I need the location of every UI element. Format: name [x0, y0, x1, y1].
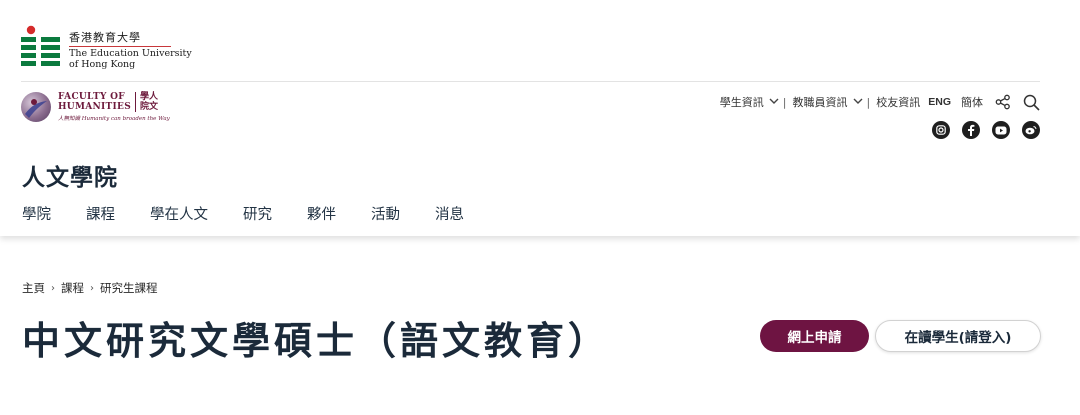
main-nav-item[interactable]: 課程 [86, 203, 115, 224]
youtube-icon[interactable] [992, 121, 1010, 139]
utility-nav: 學生資訊 | 教職員資訊 | 校友資訊 ENG 簡体 [720, 92, 1040, 112]
main-nav: 學院 課程 學在人文 研究 夥伴 活動 消息 [22, 203, 499, 224]
faculty-name-zh-2: 院文 [140, 102, 159, 112]
instagram-icon[interactable] [932, 121, 950, 139]
social-links [920, 121, 1040, 139]
faculty-tagline: 人無知識 Humanity can broaden the Way [58, 116, 170, 122]
faculty-logo[interactable]: FACULTY OF HUMANITIES 學人 院文 人無知識 Humanit… [21, 92, 170, 122]
nav-separator: | [866, 95, 871, 109]
main-nav-item[interactable]: 研究 [243, 203, 272, 224]
student-login-button[interactable]: 在讀學生(請登入) [875, 320, 1041, 352]
main-nav-item[interactable]: 學院 [22, 203, 51, 224]
chevron-right-icon: › [90, 282, 94, 294]
site-title[interactable]: 人文學院 [22, 158, 118, 192]
eduhk-name-en-2: of Hong Kong [69, 59, 136, 70]
main-nav-item[interactable]: 消息 [435, 203, 464, 224]
apply-online-button[interactable]: 網上申請 [760, 320, 869, 352]
students-info-dropdown[interactable]: 學生資訊 [720, 94, 783, 110]
facebook-icon[interactable] [962, 121, 980, 139]
header-divider [21, 81, 1040, 82]
chevron-down-icon [853, 97, 863, 108]
share-icon[interactable] [995, 94, 1011, 110]
lang-eng-link[interactable]: ENG [928, 96, 951, 108]
breadcrumb-postgraduate[interactable]: 研究生課程 [100, 280, 158, 296]
eduhk-logo[interactable]: 香港教育大學 The Education University of Hong … [21, 24, 192, 70]
weibo-icon[interactable] [1022, 121, 1040, 139]
site-header: 香港教育大學 The Education University of Hong … [0, 0, 1080, 236]
faculty-emblem-icon [21, 92, 51, 122]
eduhk-name-zh: 香港教育大學 [69, 31, 141, 44]
main-nav-item[interactable]: 活動 [371, 203, 400, 224]
faculty-name-en-2: HUMANITIES [58, 102, 132, 112]
breadcrumb-home[interactable]: 主頁 [22, 280, 45, 296]
page-title: 中文研究文學碩士（語文教育） [22, 319, 611, 363]
faculty-name-en-1: FACULTY OF [58, 92, 125, 102]
breadcrumb: 主頁 › 課程 › 研究生課程 [22, 280, 158, 296]
main-nav-item[interactable]: 夥伴 [307, 203, 336, 224]
search-icon[interactable] [1023, 94, 1040, 111]
main-nav-item[interactable]: 學在人文 [150, 203, 208, 224]
alumni-info-link[interactable]: 校友資訊 [876, 94, 920, 110]
eduhk-emblem-icon [21, 25, 60, 66]
faculty-name-zh-1: 學人 [140, 92, 159, 102]
chevron-right-icon: › [51, 282, 55, 294]
lang-simplified-link[interactable]: 簡体 [961, 94, 983, 110]
chevron-down-icon [769, 97, 779, 108]
nav-separator: | [782, 95, 787, 109]
breadcrumb-programmes[interactable]: 課程 [61, 280, 84, 296]
eduhk-name-en-1: The Education University [69, 48, 192, 59]
staff-info-dropdown[interactable]: 教職員資訊 [793, 94, 867, 110]
